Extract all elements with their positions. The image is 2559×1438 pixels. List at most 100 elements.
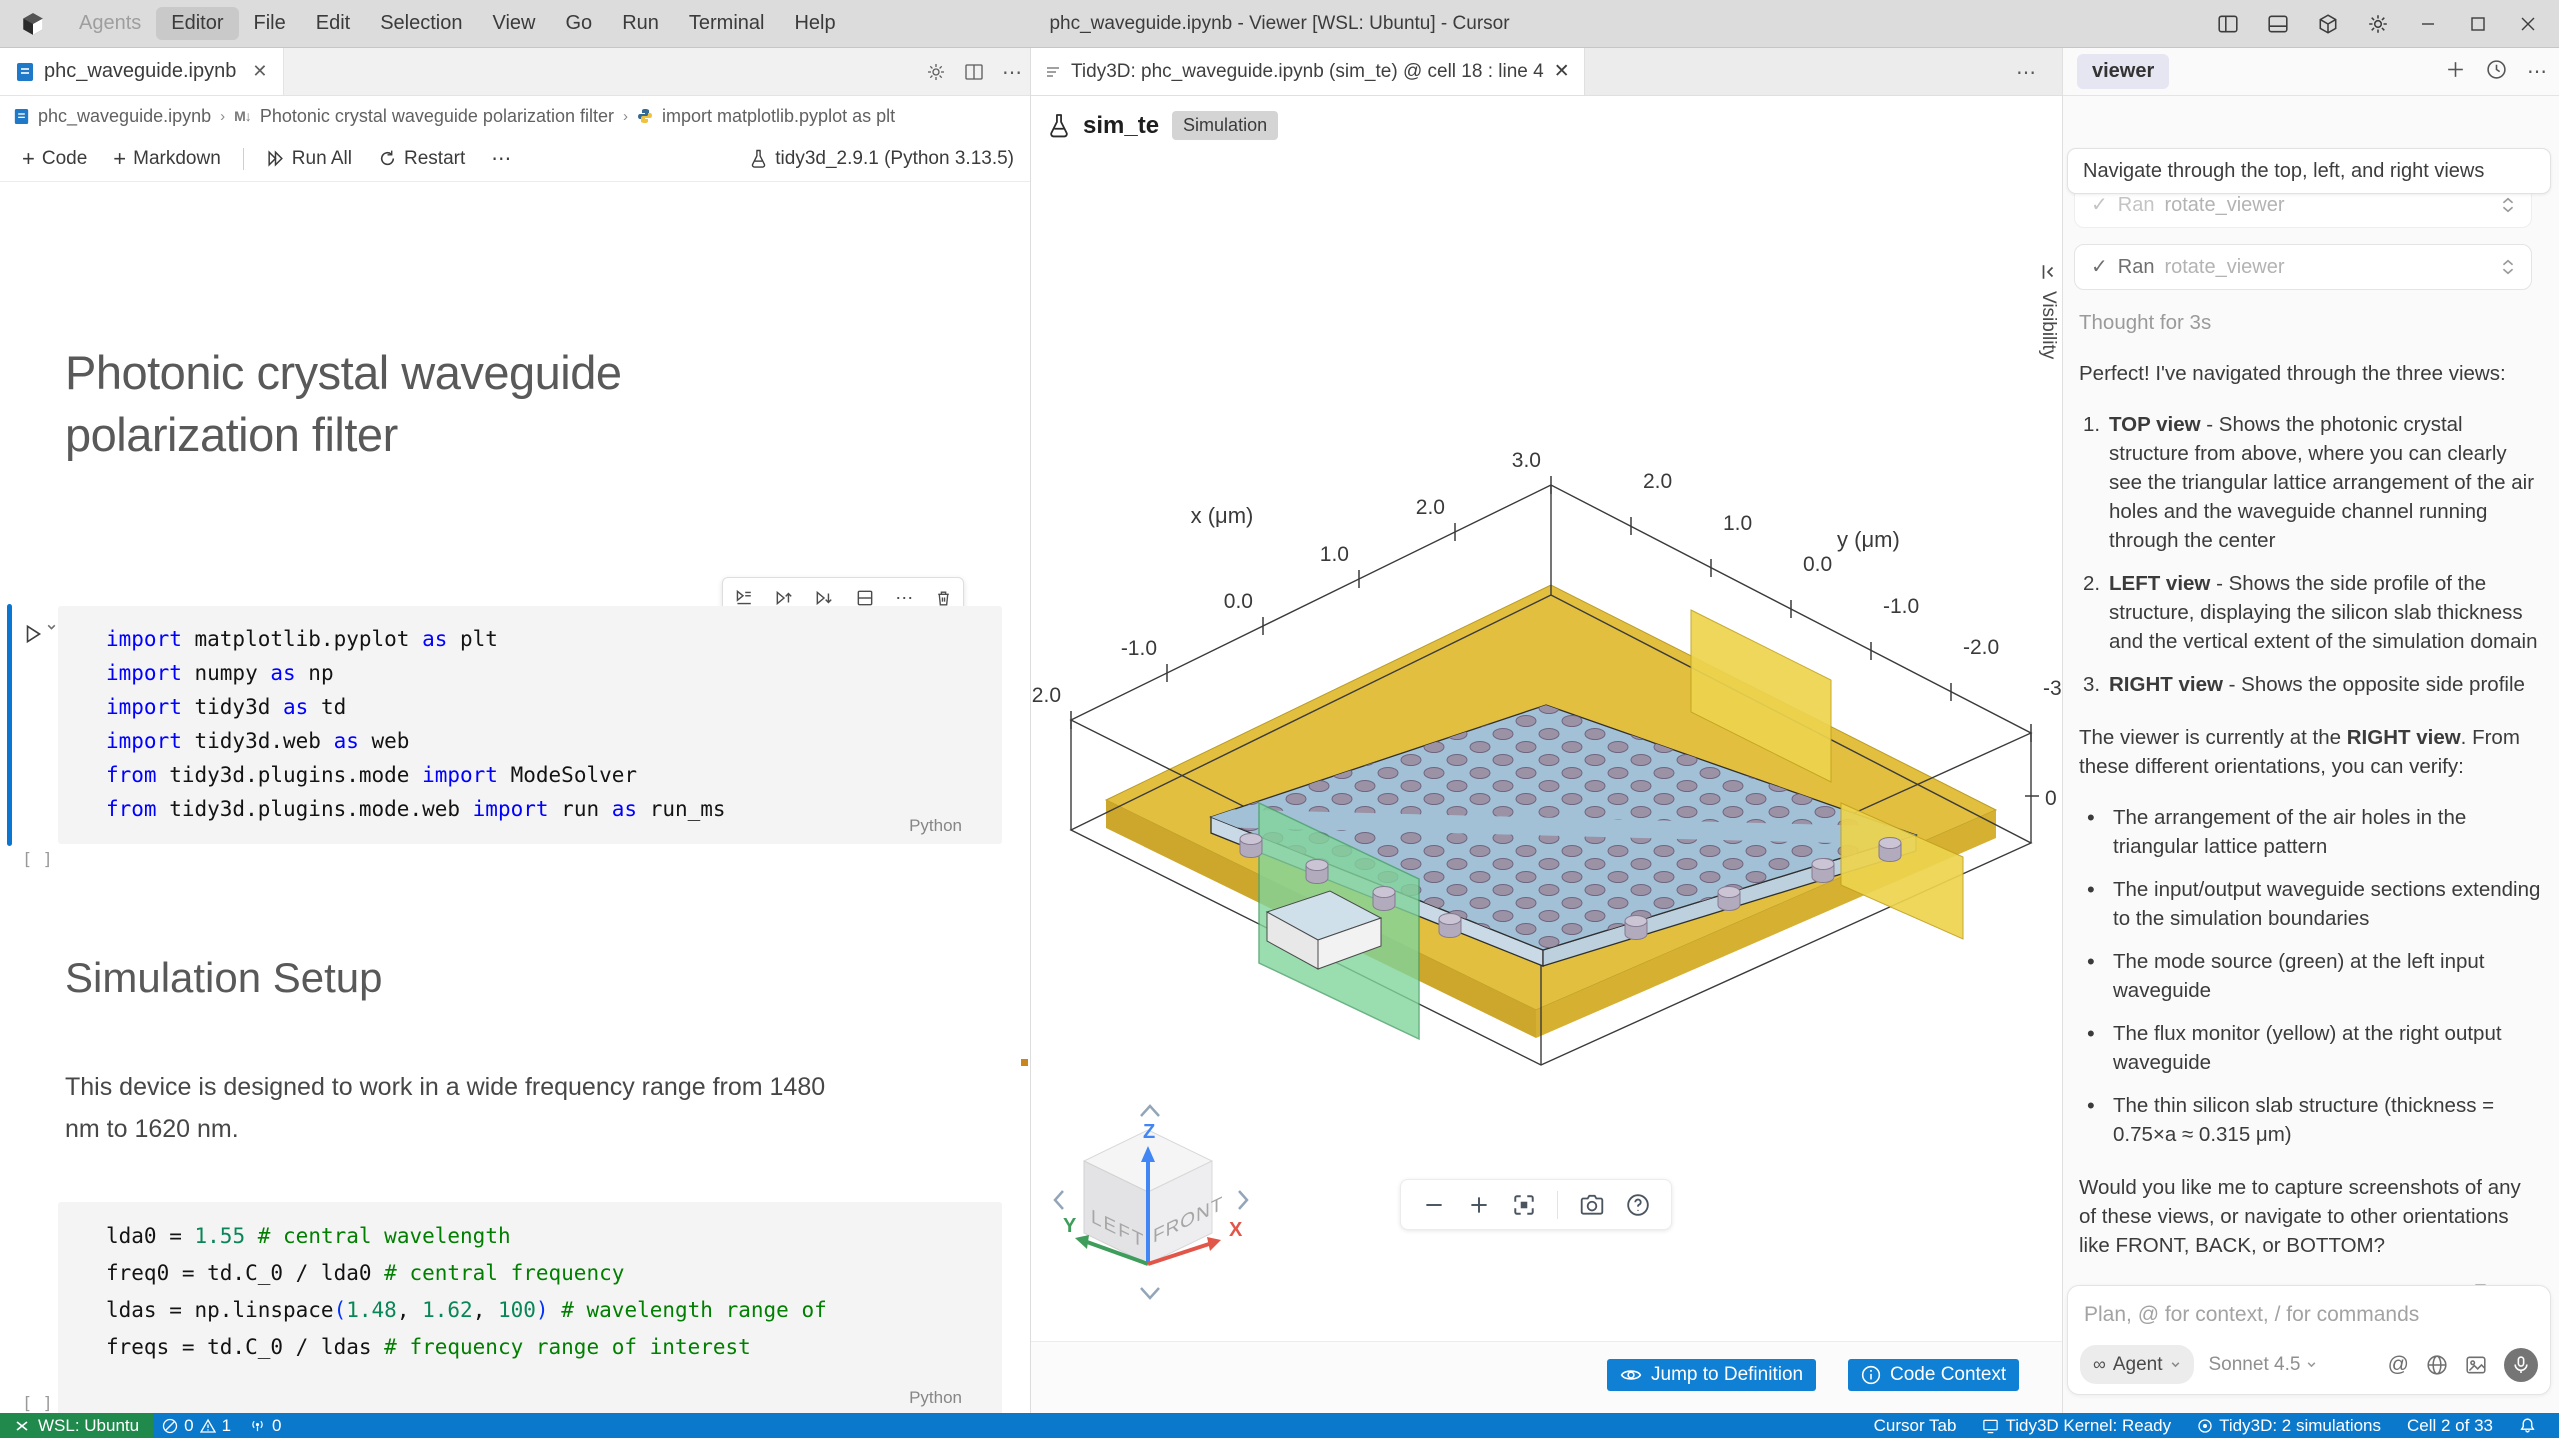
run-options-chevron-icon[interactable]	[46, 622, 57, 633]
menu-help[interactable]: Help	[779, 7, 850, 40]
axis-tick-label: -1.0	[1121, 637, 1157, 660]
menu-run[interactable]: Run	[607, 7, 674, 40]
kernel-status[interactable]: Tidy3D Kernel: Ready	[1969, 1416, 2184, 1436]
toolbar-more-icon[interactable]: ⋯	[481, 141, 521, 176]
jump-to-definition-button[interactable]: Jump to Definition	[1607, 1359, 1816, 1391]
run-all-icon	[266, 149, 285, 168]
notebook-settings-icon[interactable]	[926, 62, 946, 82]
web-globe-icon[interactable]	[2426, 1354, 2448, 1376]
run-cell-button[interactable]	[22, 622, 57, 646]
modified-indicator	[1021, 1059, 1028, 1066]
breadcrumb-section[interactable]: Photonic crystal waveguide polarization …	[260, 106, 614, 127]
menu-selection[interactable]: Selection	[365, 7, 477, 40]
layout-panel-icon[interactable]	[2257, 0, 2299, 48]
cube-icon[interactable]	[2307, 0, 2349, 48]
screenshot-camera-button[interactable]	[1579, 1193, 1605, 1217]
expand-chevron-icon[interactable]	[2501, 259, 2515, 275]
problems-indicator[interactable]: 0 1	[153, 1416, 240, 1436]
rotate-up-chevron-icon[interactable]	[1141, 1106, 1159, 1116]
execute-above-icon[interactable]	[733, 588, 753, 608]
kernel-picker[interactable]: tidy3d_2.9.1 (Python 3.13.5)	[750, 148, 1014, 170]
tool-run-card[interactable]: ✓ Ran rotate_viewer	[2074, 244, 2532, 290]
menu-terminal[interactable]: Terminal	[674, 7, 780, 40]
view-cube[interactable]: LEFT FRONT Z Y X	[1031, 1080, 1291, 1320]
menu-bar: AgentsEditorFileEditSelectionViewGoRunTe…	[64, 7, 851, 40]
close-button[interactable]	[2507, 0, 2549, 48]
code-context-button[interactable]: Code Context	[1848, 1359, 2019, 1391]
remote-icon	[14, 1418, 30, 1434]
cell-language-label[interactable]: Python	[909, 1388, 962, 1408]
breadcrumb-file[interactable]: phc_waveguide.ipynb	[38, 106, 211, 127]
simulations-status[interactable]: Tidy3D: 2 simulations	[2184, 1416, 2394, 1436]
menu-view[interactable]: View	[478, 7, 551, 40]
rotate-right-chevron-icon[interactable]	[1239, 1191, 1247, 1209]
run-below-icon[interactable]	[814, 588, 834, 608]
notebook-icon	[14, 108, 29, 125]
attach-image-icon[interactable]	[2465, 1354, 2487, 1376]
tab-close-icon[interactable]: ✕	[252, 61, 267, 82]
new-chat-icon[interactable]	[2445, 59, 2466, 84]
menu-edit[interactable]: Edit	[301, 7, 365, 40]
check-icon: ✓	[2091, 191, 2108, 220]
code-editor[interactable]: lda0 = 1.55 # central wavelengthfreq0 = …	[58, 1202, 1002, 1366]
rotate-down-chevron-icon[interactable]	[1141, 1288, 1159, 1298]
history-clock-icon[interactable]	[2486, 59, 2507, 84]
maximize-button[interactable]	[2457, 0, 2499, 48]
voice-input-button[interactable]	[2504, 1348, 2538, 1382]
settings-gear-icon[interactable]	[2357, 0, 2399, 48]
chat-message-list[interactable]: ✓ Ran rotate_viewer Navigate through the…	[2063, 96, 2559, 1413]
notebook-toolbar: +Code +Markdown Run All Restart ⋯ tidy3d…	[0, 136, 1030, 182]
add-markdown-button[interactable]: +Markdown	[103, 141, 231, 177]
thought-duration[interactable]: Thought for 3s	[2079, 308, 2543, 337]
cell-position-status[interactable]: Cell 2 of 33	[2394, 1416, 2506, 1436]
visibility-panel-tab[interactable]: Visibility	[2037, 263, 2059, 359]
tab-tidy3d-viewer[interactable]: Tidy3D: phc_waveguide.ipynb (sim_te) @ c…	[1031, 48, 1585, 95]
cell-language-label[interactable]: Python	[909, 816, 962, 836]
menu-agents[interactable]: Agents	[64, 7, 156, 40]
rotate-left-chevron-icon[interactable]	[1055, 1191, 1063, 1209]
split-cell-icon[interactable]	[855, 588, 875, 608]
tab-phc-waveguide[interactable]: phc_waveguide.ipynb ✕	[0, 48, 284, 95]
chat-more-icon[interactable]: ⋯	[2527, 59, 2547, 84]
x-axis-letter: X	[1229, 1219, 1243, 1241]
cursor-tab-status[interactable]: Cursor Tab	[1861, 1416, 1970, 1436]
chat-input-field[interactable]	[2084, 1303, 2536, 1327]
add-code-button[interactable]: +Code	[12, 141, 97, 177]
notifications-bell-icon[interactable]	[2506, 1417, 2549, 1434]
collapse-panel-icon[interactable]	[2039, 263, 2057, 281]
viewer-more-icon[interactable]: ⋯	[2016, 60, 2036, 85]
split-editor-icon[interactable]	[964, 62, 984, 82]
delete-cell-icon[interactable]	[934, 589, 953, 608]
agent-mode-selector[interactable]: ∞ Agent	[2080, 1345, 2194, 1384]
help-button[interactable]	[1626, 1193, 1650, 1217]
run-above-icon[interactable]	[774, 588, 794, 608]
3d-viewport[interactable]: -2.0-1.00.01.02.03.0 2.01.00.0-1.0-2.0-3…	[1031, 155, 2062, 1130]
zoom-out-button[interactable]	[1422, 1193, 1446, 1217]
layout-sidebar-icon[interactable]	[2207, 0, 2249, 48]
restart-button[interactable]: Restart	[368, 143, 475, 175]
kernel-icon	[1982, 1418, 1999, 1434]
menu-editor[interactable]: Editor	[156, 7, 238, 40]
chat-tab-viewer[interactable]: viewer	[2077, 54, 2169, 89]
ports-indicator[interactable]: 0	[240, 1416, 290, 1436]
fit-view-button[interactable]	[1512, 1193, 1536, 1217]
chat-input-box[interactable]: ∞ Agent Sonnet 4.5 @	[2067, 1285, 2551, 1395]
code-cell[interactable]: lda0 = 1.55 # central wavelengthfreq0 = …	[58, 1202, 1002, 1413]
remote-indicator[interactable]: WSL: Ubuntu	[0, 1413, 153, 1438]
menu-go[interactable]: Go	[551, 7, 608, 40]
tab-close-icon[interactable]: ✕	[1554, 60, 1570, 83]
run-all-button[interactable]: Run All	[256, 143, 362, 175]
code-cell[interactable]: import matplotlib.pyplot as pltimport nu…	[58, 606, 1002, 844]
assistant-paragraph: Would you like me to capture screenshots…	[2079, 1173, 2543, 1260]
code-editor[interactable]: import matplotlib.pyplot as pltimport nu…	[58, 606, 1002, 826]
breadcrumb-cell[interactable]: import matplotlib.pyplot as plt	[662, 106, 895, 127]
zoom-in-button[interactable]	[1467, 1193, 1491, 1217]
more-actions-icon[interactable]: ⋯	[1002, 60, 1022, 85]
model-selector[interactable]: Sonnet 4.5	[2209, 1350, 2318, 1379]
minimize-button[interactable]	[2407, 0, 2449, 48]
breadcrumb[interactable]: phc_waveguide.ipynb › M↓ Photonic crysta…	[0, 96, 1030, 136]
menu-file[interactable]: File	[239, 7, 301, 40]
list-item: •The arrangement of the air holes in the…	[2079, 803, 2543, 861]
expand-chevron-icon[interactable]	[2501, 197, 2515, 213]
mention-icon[interactable]: @	[2388, 1350, 2409, 1379]
